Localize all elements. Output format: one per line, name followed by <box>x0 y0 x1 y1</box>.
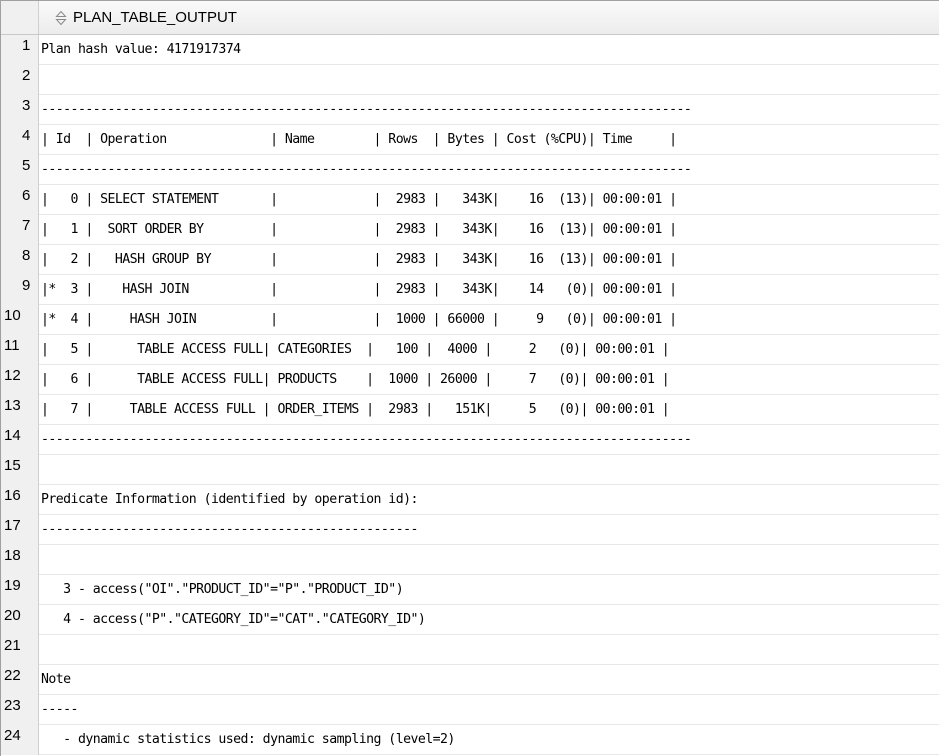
row-number[interactable]: 14 <box>1 425 39 455</box>
row-number[interactable]: 2 <box>1 65 39 95</box>
table-row[interactable]: 18 <box>1 545 939 575</box>
sort-arrows-icon <box>55 10 67 26</box>
row-number[interactable]: 21 <box>1 635 39 665</box>
table-row[interactable]: 16 Predicate Information (identified by o… <box>1 485 939 515</box>
table-row[interactable]: 19 3 - access("OI"."PRODUCT_ID"="P"."PRO… <box>1 575 939 605</box>
row-number[interactable]: 17 <box>1 515 39 545</box>
plan-output-cell[interactable]: | 2 | HASH GROUP BY | | 2983 | 343K| 16 … <box>39 245 939 275</box>
table-row[interactable]: 11 | 5 | TABLE ACCESS FULL| CATEGORIES | … <box>1 335 939 365</box>
plan-output-cell[interactable]: - dynamic statistics used: dynamic sampl… <box>39 725 939 755</box>
table-row[interactable]: 13 | 7 | TABLE ACCESS FULL | ORDER_ITEMS … <box>1 395 939 425</box>
plan-output-cell[interactable]: |* 4 | HASH JOIN | | 1000 | 66000 | 9 (0… <box>39 305 939 335</box>
row-number[interactable]: 24 <box>1 725 39 755</box>
table-row[interactable]: 9 |* 3 | HASH JOIN | | 2983 | 343K| 14 (0… <box>1 275 939 305</box>
table-row[interactable]: 23 ----- <box>1 695 939 725</box>
table-row[interactable]: 14 --------------------------------------… <box>1 425 939 455</box>
table-row[interactable]: 5 ---------------------------------------… <box>1 155 939 185</box>
table-row[interactable]: 10 |* 4 | HASH JOIN | | 1000 | 66000 | 9 … <box>1 305 939 335</box>
plan-output-cell[interactable]: |* 3 | HASH JOIN | | 2983 | 343K| 14 (0)… <box>39 275 939 305</box>
table-row[interactable]: 2 <box>1 65 939 95</box>
table-row[interactable]: 12 | 6 | TABLE ACCESS FULL| PRODUCTS | 10… <box>1 365 939 395</box>
column-header-label: PLAN_TABLE_OUTPUT <box>73 9 237 26</box>
plan-output-cell[interactable]: ----------------------------------------… <box>39 425 939 455</box>
grid-rows: 1 Plan hash value: 4171917374 2 3 ----------… <box>1 35 939 755</box>
plan-output-cell[interactable]: | 5 | TABLE ACCESS FULL| CATEGORIES | 10… <box>39 335 939 365</box>
plan-output-cell[interactable]: | 1 | SORT ORDER BY | | 2983 | 343K| 16 … <box>39 215 939 245</box>
row-number[interactable]: 3 <box>1 95 39 125</box>
row-number[interactable]: 9 <box>1 275 39 305</box>
row-number[interactable]: 20 <box>1 605 39 635</box>
row-number[interactable]: 1 <box>1 35 39 65</box>
column-header-plan-table-output[interactable]: PLAN_TABLE_OUTPUT <box>39 1 939 35</box>
plan-output-cell[interactable]: 3 - access("OI"."PRODUCT_ID"="P"."PRODUC… <box>39 575 939 605</box>
grid-corner[interactable] <box>1 1 39 35</box>
plan-output-cell[interactable] <box>39 455 939 485</box>
plan-output-cell[interactable]: ----------------------------------------… <box>39 95 939 125</box>
plan-output-cell[interactable]: Predicate Information (identified by ope… <box>39 485 939 515</box>
row-number[interactable]: 18 <box>1 545 39 575</box>
plan-output-cell[interactable]: | 6 | TABLE ACCESS FULL| PRODUCTS | 1000… <box>39 365 939 395</box>
row-number[interactable]: 10 <box>1 305 39 335</box>
table-row[interactable]: 17 --------------------------------------… <box>1 515 939 545</box>
table-row[interactable]: 6 | 0 | SELECT STATEMENT | | 2983 | 343K|… <box>1 185 939 215</box>
table-row[interactable]: 24 - dynamic statistics used: dynamic sa… <box>1 725 939 755</box>
row-number[interactable]: 12 <box>1 365 39 395</box>
row-number[interactable]: 22 <box>1 665 39 695</box>
table-row[interactable]: 21 <box>1 635 939 665</box>
row-number[interactable]: 8 <box>1 245 39 275</box>
plan-output-cell[interactable] <box>39 635 939 665</box>
plan-output-cell[interactable]: Note <box>39 665 939 695</box>
row-number[interactable]: 15 <box>1 455 39 485</box>
plan-output-cell[interactable]: ----------------------------------------… <box>39 155 939 185</box>
row-number[interactable]: 16 <box>1 485 39 515</box>
plan-output-cell[interactable]: | Id | Operation | Name | Rows | Bytes |… <box>39 125 939 155</box>
plan-output-cell[interactable]: | 0 | SELECT STATEMENT | | 2983 | 343K| … <box>39 185 939 215</box>
row-number[interactable]: 7 <box>1 215 39 245</box>
row-number[interactable]: 23 <box>1 695 39 725</box>
table-row[interactable]: 8 | 2 | HASH GROUP BY | | 2983 | 343K| 16… <box>1 245 939 275</box>
table-row[interactable]: 7 | 1 | SORT ORDER BY | | 2983 | 343K| 16… <box>1 215 939 245</box>
table-row[interactable]: 22 Note <box>1 665 939 695</box>
plan-output-cell[interactable]: | 7 | TABLE ACCESS FULL | ORDER_ITEMS | … <box>39 395 939 425</box>
table-row[interactable]: 3 ---------------------------------------… <box>1 95 939 125</box>
row-number[interactable]: 11 <box>1 335 39 365</box>
row-number[interactable]: 6 <box>1 185 39 215</box>
row-number[interactable]: 4 <box>1 125 39 155</box>
table-row[interactable]: 1 Plan hash value: 4171917374 <box>1 35 939 65</box>
row-number[interactable]: 19 <box>1 575 39 605</box>
row-number[interactable]: 5 <box>1 155 39 185</box>
row-number[interactable]: 13 <box>1 395 39 425</box>
plan-output-cell[interactable]: Plan hash value: 4171917374 <box>39 35 939 65</box>
table-row[interactable]: 15 <box>1 455 939 485</box>
grid-header: PLAN_TABLE_OUTPUT <box>1 1 939 35</box>
plan-output-cell[interactable]: ----------------------------------------… <box>39 515 939 545</box>
plan-output-cell[interactable] <box>39 545 939 575</box>
plan-output-cell[interactable]: 4 - access("P"."CATEGORY_ID"="CAT"."CATE… <box>39 605 939 635</box>
table-row[interactable]: 20 4 - access("P"."CATEGORY_ID"="CAT"."C… <box>1 605 939 635</box>
plan-output-cell[interactable] <box>39 65 939 95</box>
table-row[interactable]: 4 | Id | Operation | Name | Rows | Bytes … <box>1 125 939 155</box>
results-grid: PLAN_TABLE_OUTPUT 1 Plan hash value: 4171… <box>0 0 939 756</box>
plan-output-cell[interactable]: ----- <box>39 695 939 725</box>
